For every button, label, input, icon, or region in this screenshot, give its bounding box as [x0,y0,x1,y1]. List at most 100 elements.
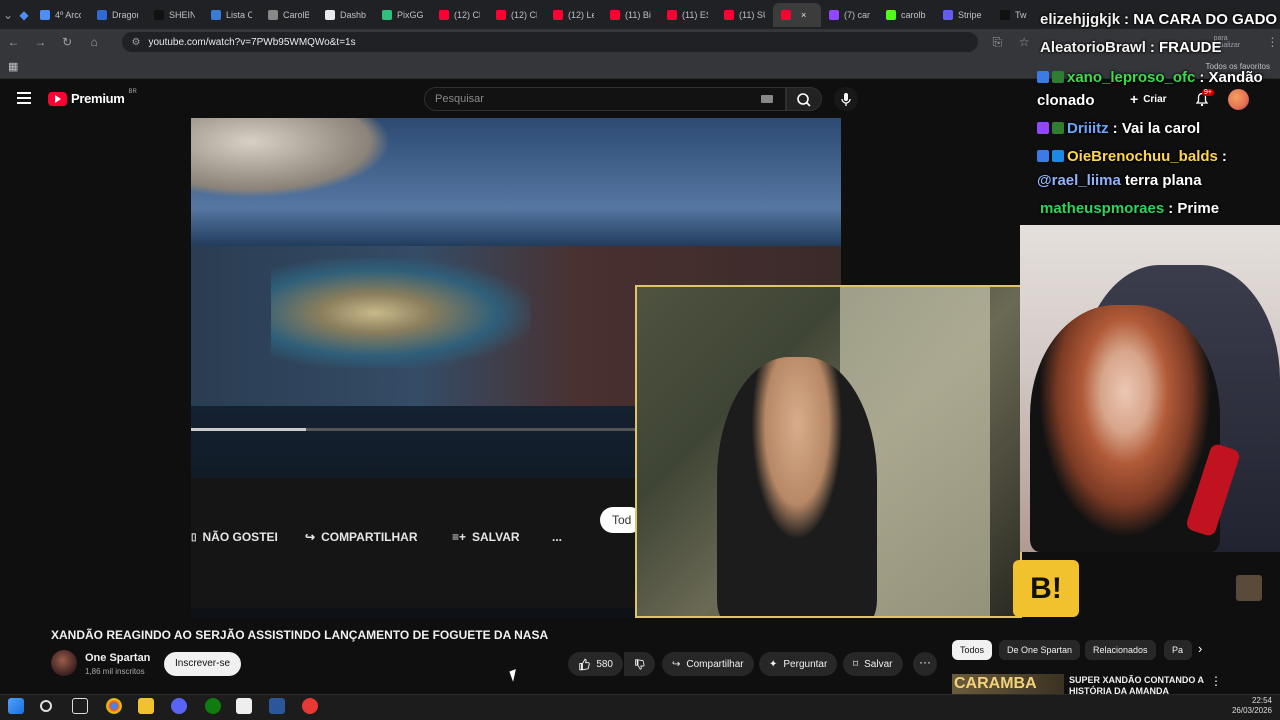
chip-todos[interactable]: Todos [952,640,993,660]
voice-search-button[interactable] [834,87,858,111]
chip-de-one-spartan[interactable]: De One Spartan [999,640,1081,660]
home-icon[interactable]: ⌂ [87,35,102,49]
forward-icon[interactable]: → [33,35,48,49]
person-with-headset [717,357,877,616]
url-text: youtube.com/watch?v=7PWb95WMQWo&t=1s [148,36,356,48]
more-actions-button[interactable]: ··· [913,652,937,676]
tab-label: carolb [901,9,926,20]
file-explorer-icon[interactable] [138,698,154,714]
back-icon[interactable]: ← [6,35,21,49]
tab-label: (12) Le [568,9,594,20]
chat-text: clonado [1037,92,1095,109]
site-info-icon[interactable]: ⚙ [132,37,141,48]
browser-tab[interactable]: (12) Cl [488,3,545,27]
chip-partial[interactable]: Pa [1164,640,1192,660]
chat-text: : Vai la carol [1112,120,1201,137]
word-icon[interactable] [269,698,285,714]
pinned-tab-icon[interactable]: ◆ [16,8,32,22]
browser-tab[interactable]: PixGG [374,3,431,27]
channel-avatar[interactable] [51,650,77,676]
browser-menu-icon[interactable]: ⋮ [1265,35,1280,49]
share-arrow-icon: ↪ [305,530,316,544]
tab-search-icon[interactable]: ⌄ [0,8,16,22]
bookmark-icon: ⌑ [853,658,859,670]
chrome-icon[interactable] [106,698,122,714]
search-input[interactable]: Pesquisar [424,87,786,111]
apps-grid-icon[interactable]: ▦ [8,60,18,73]
account-avatar[interactable] [1228,89,1249,110]
system-clock[interactable]: 22:54 26/03/2026 [1232,696,1272,716]
chat-username: matheuspmoraes [1040,200,1165,217]
hamburger-menu-icon[interactable] [17,92,31,104]
tab-label: SHEIN [169,9,195,20]
search-button[interactable] [786,87,822,111]
video-title: XANDÃO REAGINDO AO SERJÃO ASSISTINDO LAN… [51,628,549,642]
subscriber-count: 1,86 mil inscritos [85,667,145,676]
save-button[interactable]: ⌑ Salvar [843,652,903,676]
stream-brand-logo: B! [1013,560,1079,617]
task-view-icon[interactable] [72,698,88,714]
recommendation-menu-icon[interactable]: ⋮ [1210,674,1222,688]
browser-tab[interactable]: × [773,2,821,27]
windows-taskbar [0,694,1280,720]
share-button[interactable]: ↪ Compartilhar [662,652,754,676]
small-thumbnail[interactable] [1236,575,1262,601]
video-frame-map [271,258,531,368]
tab-favicon-icon [781,9,791,20]
tab-favicon-icon [610,9,620,20]
chat-username: OieBrenochuu_balds [1067,148,1218,165]
bot-badge-icon [1052,122,1064,134]
browser-tab[interactable]: CarolB [260,3,317,27]
browser-tab[interactable]: (11) SU [716,3,773,27]
create-label: Criar [1143,93,1167,105]
share-label: COMPARTILHAR [321,530,418,544]
url-field[interactable]: ⚙ youtube.com/watch?v=7PWb95WMQWo&t=1s [121,32,978,52]
mouse-cursor [509,669,520,682]
browser-tab[interactable]: Stripe [935,3,992,27]
browser-tab[interactable]: 4º Arco [32,3,89,27]
channel-name[interactable]: One Spartan [85,652,150,664]
chip-relacionados[interactable]: Relacionados [1085,640,1156,660]
obs-icon[interactable] [302,698,318,714]
save-action: ≡+ SALVAR [452,530,520,544]
tab-close-icon[interactable]: × [801,10,806,20]
subscribe-button[interactable]: Inscrever-se [164,652,242,676]
tab-favicon-icon [886,9,896,20]
browser-tab[interactable]: (11) ES [659,3,716,27]
bookmark-star-icon[interactable]: ☆ [1017,35,1032,49]
browser-tab[interactable]: (12) Cl [431,3,488,27]
tab-favicon-icon [439,9,449,20]
xbox-icon[interactable] [205,698,221,714]
start-icon[interactable] [8,698,24,714]
dislike-button[interactable] [624,652,655,676]
recommendation-thumbnail[interactable]: CARAMBA [952,674,1064,694]
browser-tab[interactable]: carolb [878,3,935,27]
youtube-logo[interactable]: Premium BR [48,89,137,106]
browser-tab[interactable]: (12) Le [545,3,602,27]
dislike-action: ▯ NÃO GOSTEI [191,530,278,544]
browser-tab[interactable]: Lista C [203,3,260,27]
tab-label: Lista C [226,9,252,20]
install-icon[interactable]: ⎘ [990,35,1005,50]
search-taskbar-icon[interactable] [40,700,52,712]
recommendation-title[interactable]: SUPER XANDÃO CONTANDO A HISTÓRIA DA AMAN… [1069,675,1204,695]
tab-favicon-icon [667,9,677,20]
browser-tab[interactable]: (7) car [821,3,878,27]
reload-icon[interactable]: ↻ [60,35,75,49]
ask-button[interactable]: ✦ Perguntar [759,652,838,676]
thumbs-up-icon [579,658,590,670]
chat-text: terra plana [1124,172,1202,189]
thumbs-down-icon [635,658,645,670]
chat-message: Driiitz: Vai la carol [1037,120,1200,137]
like-button[interactable]: 580 [568,652,623,676]
discord-icon[interactable] [171,698,187,714]
browser-tab[interactable]: Dragon [89,3,146,27]
video-frame-cloud [191,118,391,198]
browser-tab[interactable]: (11) Bi [602,3,659,27]
chips-next-chevron-icon[interactable]: › [1198,641,1202,656]
create-button[interactable]: + Criar [1130,91,1167,107]
security-icon[interactable] [236,698,252,714]
keyboard-icon[interactable] [761,95,773,103]
browser-tab[interactable]: SHEIN [146,3,203,27]
browser-tab[interactable]: Dashb [317,3,374,27]
